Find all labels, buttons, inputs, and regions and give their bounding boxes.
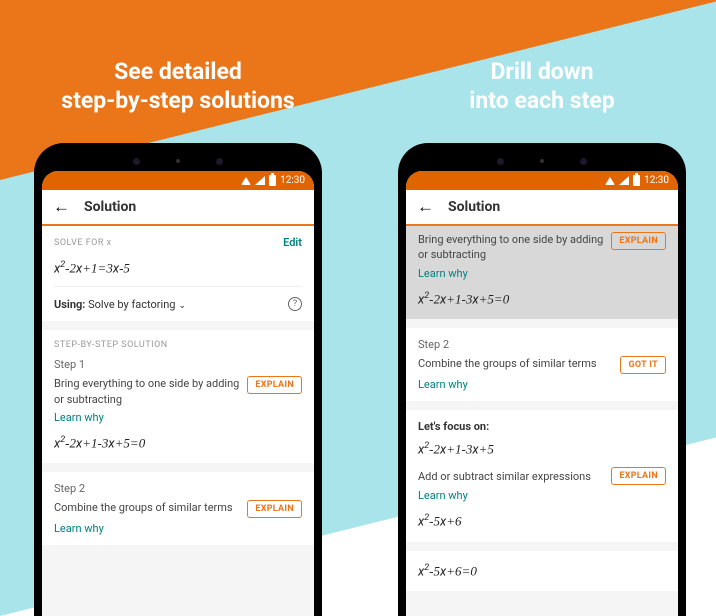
status-bar: 12:30 — [406, 171, 678, 190]
signal-icon — [619, 176, 629, 185]
right-panel: Drill down into each step 12:30 ← Soluti… — [366, 0, 716, 616]
learn-why-link[interactable]: Learn why — [418, 489, 666, 502]
headline-right: Drill down into each step — [469, 58, 614, 139]
step-number: Step 2 — [54, 482, 302, 495]
app-bar: ← Solution — [406, 190, 678, 226]
battery-icon — [269, 175, 276, 186]
wifi-icon — [241, 177, 251, 185]
page-title: Solution — [448, 199, 500, 215]
learn-why-link[interactable]: Learn why — [54, 411, 302, 424]
back-icon[interactable]: ← — [53, 199, 70, 216]
back-icon[interactable]: ← — [417, 199, 434, 216]
phone-frame: 12:30 ← Solution SOLVE FOR x Edit x2-2x+… — [34, 143, 322, 616]
edit-link[interactable]: Edit — [283, 236, 302, 249]
explain-button[interactable]: EXPLAIN — [247, 376, 302, 394]
phone-frame: 12:30 ← Solution Bring everything to one… — [398, 143, 686, 616]
step-number: Step 1 — [54, 358, 302, 371]
learn-why-link[interactable]: Learn why — [418, 267, 666, 280]
explain-button[interactable]: EXPLAIN — [611, 467, 666, 485]
steps-header: STEP-BY-STEP SOLUTION — [54, 340, 302, 350]
step-description: Bring everything to one side by adding o… — [418, 232, 603, 263]
learn-why-link[interactable]: Learn why — [418, 378, 666, 391]
sensor-bar — [406, 151, 678, 171]
focus-equation-1: x2-2x+1-3x+5 — [418, 439, 666, 459]
solve-for-label: SOLVE FOR x — [54, 238, 112, 248]
step-equation: x2-2x+1-3x+5=0 — [54, 433, 302, 453]
phone-screen: 12:30 ← Solution SOLVE FOR x Edit x2-2x+… — [42, 171, 314, 616]
status-bar: 12:30 — [42, 171, 314, 190]
result-section: x2-5x+6=0 — [406, 551, 678, 591]
focus-sub-desc: Add or subtract similar expressions — [418, 470, 591, 483]
step-1: Step 1 Bring everything to one side by a… — [42, 352, 314, 463]
explain-button[interactable]: EXPLAIN — [611, 232, 666, 250]
headline-left: See detailed step-by-step solutions — [61, 58, 294, 139]
steps-section: STEP-BY-STEP SOLUTION — [42, 330, 314, 352]
focus-section: Let's focus on: x2-2x+1-3x+5 Add or subt… — [406, 410, 678, 542]
step-number: Step 2 — [418, 338, 666, 351]
wifi-icon — [605, 177, 615, 185]
method-selector[interactable]: Using: Solve by factoring⌄ — [54, 298, 186, 311]
page-title: Solution — [84, 199, 136, 215]
focus-header: Let's focus on: — [418, 420, 666, 433]
step-description: Combine the groups of similar terms — [418, 356, 612, 371]
sensor-bar — [42, 151, 314, 171]
left-panel: See detailed step-by-step solutions 12:3… — [2, 0, 354, 616]
phone-screen: 12:30 ← Solution Bring everything to one… — [406, 171, 678, 616]
solve-for-section: SOLVE FOR x Edit x2-2x+1=3x-5 Using: Sol… — [42, 226, 314, 321]
result-equation: x2-5x+6=0 — [418, 561, 666, 581]
signal-icon — [255, 176, 265, 185]
chevron-down-icon: ⌄ — [178, 301, 186, 311]
status-time: 12:30 — [280, 175, 305, 186]
status-time: 12:30 — [644, 175, 669, 186]
equation-input: x2-2x+1=3x-5 — [54, 258, 302, 278]
focus-equation-2: x2-5x+6 — [418, 511, 666, 531]
explain-button[interactable]: EXPLAIN — [247, 500, 302, 518]
help-icon[interactable]: ? — [288, 297, 302, 311]
step-equation: x2-2x+1-3x+5=0 — [418, 289, 666, 309]
content-area: Bring everything to one side by adding o… — [406, 226, 678, 616]
step-description: Combine the groups of similar terms — [54, 500, 239, 515]
step-2: Step 2 Combine the groups of similar ter… — [42, 472, 314, 545]
battery-icon — [633, 175, 640, 186]
app-bar: ← Solution — [42, 190, 314, 226]
step-description: Bring everything to one side by adding o… — [54, 376, 239, 407]
got-it-button[interactable]: GOT IT — [620, 356, 666, 374]
content-area: SOLVE FOR x Edit x2-2x+1=3x-5 Using: Sol… — [42, 226, 314, 616]
learn-why-link[interactable]: Learn why — [54, 522, 302, 535]
step-1-collapsed: Bring everything to one side by adding o… — [406, 226, 678, 319]
step-2: Step 2 Combine the groups of similar ter… — [406, 328, 678, 401]
